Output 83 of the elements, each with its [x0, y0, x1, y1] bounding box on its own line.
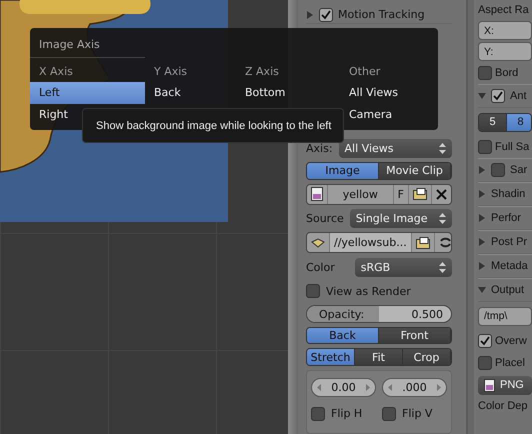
option-label: Placel	[495, 357, 525, 369]
file-format-dropdown[interactable]: PNG	[478, 376, 532, 394]
checkbox[interactable]	[478, 334, 492, 348]
panel-header[interactable]: Output	[478, 278, 532, 302]
view-as-render-label: View as Render	[326, 284, 411, 298]
number-field[interactable]: X:	[478, 21, 532, 40]
checkbox[interactable]	[382, 406, 396, 421]
axis-label: Axis:	[306, 142, 333, 155]
tooltip: Show background image while looking to the left	[82, 108, 344, 143]
checkbox[interactable]	[478, 140, 492, 154]
samples-button[interactable]: 5	[479, 114, 507, 130]
panel-header[interactable]: Post Pr	[478, 230, 532, 254]
folder-icon	[416, 236, 430, 249]
menu-title: Image Axis	[30, 34, 145, 58]
color-space-dropdown[interactable]: sRGB	[354, 258, 452, 277]
collapsed-arrow-icon[interactable]	[478, 166, 486, 174]
source-label: Source	[306, 212, 344, 225]
collapsed-arrow-icon[interactable]	[478, 262, 486, 270]
source-type-button[interactable]: Image	[307, 163, 379, 178]
number-field[interactable]: 0.00	[311, 378, 376, 398]
frame-method-button[interactable]: Crop	[403, 349, 451, 365]
collapsed-arrow-icon[interactable]	[478, 214, 486, 222]
spinner-arrows-icon	[439, 142, 446, 154]
checkbox[interactable]	[311, 406, 325, 421]
left-arrow-icon[interactable]	[317, 384, 321, 392]
left-arrow-icon[interactable]	[388, 384, 392, 392]
spinner-arrows-icon	[439, 262, 446, 273]
expanded-arrow-icon[interactable]	[478, 92, 486, 100]
source-type-button[interactable]: Movie Clip	[379, 163, 451, 178]
collapsed-arrow-icon[interactable]	[478, 190, 486, 198]
frame-method-button[interactable]: Fit	[355, 349, 403, 365]
collapsed-arrow-icon[interactable]	[306, 10, 314, 19]
image-icon	[311, 187, 323, 202]
frame-method-button[interactable]: Stretch	[307, 349, 355, 365]
section-label: Aspect Ra	[478, 4, 529, 16]
menu-item[interactable]: All Views	[340, 82, 438, 104]
close-icon	[436, 188, 447, 200]
right-arrow-icon[interactable]	[366, 384, 370, 392]
panel-header[interactable]: Sar	[478, 158, 532, 182]
right-arrow-icon[interactable]	[437, 384, 441, 392]
option-label: Overw	[495, 335, 527, 347]
menu-column-heading: Y Axis	[153, 64, 188, 80]
menu-column-heading: Other	[348, 64, 382, 80]
section-label: Color Dep	[478, 400, 528, 412]
panel-header[interactable]: Shadin	[478, 182, 532, 206]
option-label: Full Sa	[495, 141, 530, 153]
panel-header[interactable]: Perfor	[478, 206, 532, 230]
checkbox[interactable]	[319, 8, 333, 22]
panel-header[interactable]: Metada	[478, 254, 532, 278]
image-icon	[484, 378, 495, 392]
menu-item[interactable]: Bottom	[236, 82, 340, 104]
menu-item[interactable]: Back	[145, 82, 236, 104]
expanded-arrow-icon[interactable]	[478, 286, 486, 294]
panel-title: Motion Tracking	[338, 8, 425, 22]
flip-label: Flip H	[331, 407, 362, 420]
option-label: Bord	[495, 67, 518, 79]
motion-tracking-header[interactable]: Motion Tracking	[306, 6, 452, 24]
checkbox[interactable]	[306, 284, 320, 298]
flip-label: Flip V	[402, 407, 432, 420]
checkbox[interactable]	[478, 356, 492, 370]
collapsed-arrow-icon[interactable]	[478, 238, 486, 246]
checkbox[interactable]	[491, 89, 505, 103]
draw-order-button[interactable]: Front	[379, 328, 451, 344]
checkbox[interactable]	[491, 163, 505, 177]
source-dropdown[interactable]: Single Image	[350, 209, 452, 228]
image-datablock-field[interactable]: yellow F	[306, 184, 452, 205]
number-field[interactable]: .000	[382, 378, 447, 398]
menu-column-heading: X Axis	[38, 64, 74, 80]
color-label: Color	[306, 260, 335, 274]
axis-dropdown[interactable]: All Views	[338, 138, 452, 158]
output-path-field[interactable]: /tmp\	[478, 306, 532, 326]
panel-header[interactable]: Ant	[478, 84, 532, 108]
number-field[interactable]: Y:	[478, 42, 532, 61]
menu-column-heading: Z Axis	[244, 64, 280, 80]
folder-icon	[413, 188, 427, 200]
samples-button[interactable]: 8	[507, 114, 531, 130]
opacity-slider[interactable]: Opacity: 0.500	[306, 305, 452, 323]
file-path-field[interactable]: //yellowsub...	[306, 232, 452, 254]
menu-item[interactable]: Left	[30, 82, 145, 104]
checkbox[interactable]	[478, 66, 492, 80]
spinner-arrows-icon	[439, 213, 446, 224]
reload-icon	[438, 236, 451, 250]
draw-order-button[interactable]: Back	[307, 328, 379, 344]
